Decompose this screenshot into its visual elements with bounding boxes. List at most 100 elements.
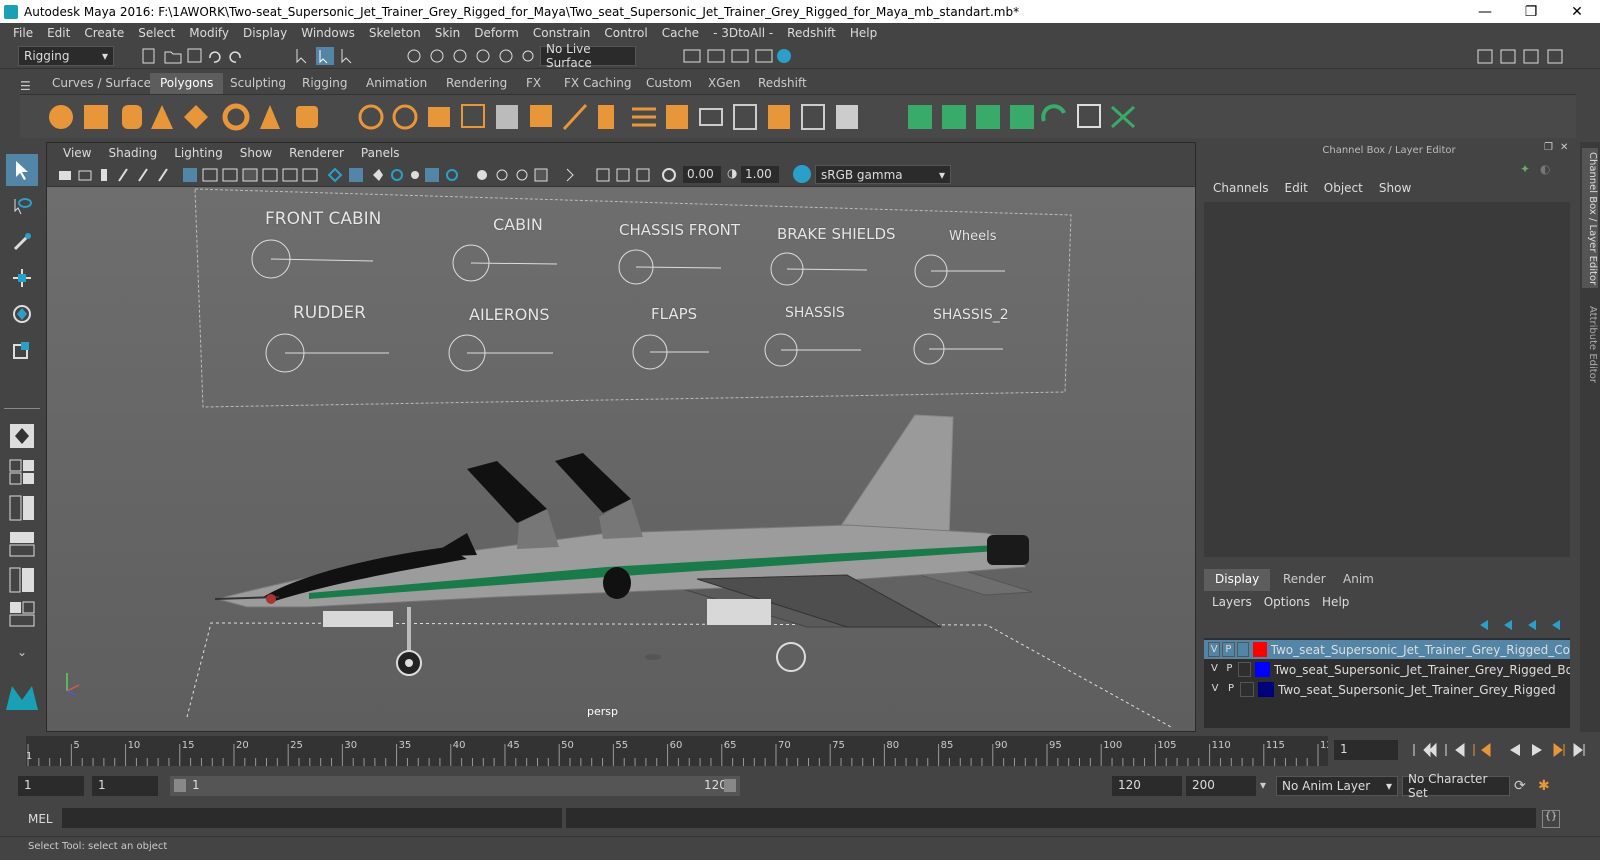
preferences-icon[interactable]: ✱	[1538, 778, 1550, 794]
colorspace-dropdown[interactable]: sRGB gamma ▾	[815, 165, 951, 184]
tab-animation[interactable]: Animation	[356, 73, 437, 94]
vpmenu-lighting[interactable]: Lighting	[166, 146, 232, 160]
menuset-dropdown[interactable]: Rigging ▾	[18, 46, 114, 66]
tab-polygons[interactable]: Polygons	[150, 73, 224, 94]
tab-anim-layers[interactable]: Anim	[1332, 569, 1385, 591]
poly-modeling-icons[interactable]	[358, 101, 878, 133]
layer-tool-icons[interactable]	[1476, 616, 1576, 634]
move-tool[interactable]	[6, 262, 38, 294]
layer-color-swatch[interactable]	[1258, 682, 1274, 697]
tab-fx[interactable]: FX	[516, 73, 551, 94]
menu-redshift[interactable]: Redshift	[780, 26, 843, 40]
maya-home-icon[interactable]	[4, 682, 40, 714]
layer-playback-toggle[interactable]: P	[1222, 642, 1235, 657]
layer-visibility-toggle[interactable]: V	[1208, 682, 1222, 697]
command-input[interactable]	[62, 808, 562, 828]
exposure-field[interactable]: 0.00	[683, 166, 721, 183]
close-button[interactable]: ✕	[1554, 0, 1600, 23]
uv-tools-icons[interactable]	[904, 101, 1154, 133]
channel-box-options-icon[interactable]: ◐	[1540, 162, 1550, 176]
gamma-field[interactable]: 1.00	[741, 166, 779, 183]
restore-button[interactable]: ❐	[1508, 0, 1554, 23]
auto-key-icon[interactable]: ⟳	[1514, 778, 1526, 794]
layer-visibility-toggle[interactable]: V	[1208, 642, 1221, 657]
playback-end-field[interactable]: 120	[1112, 776, 1182, 796]
playback-start-field[interactable]: 1	[92, 776, 158, 796]
cbmenu-object[interactable]: Object	[1317, 181, 1372, 195]
layout-side-button[interactable]	[6, 492, 38, 524]
menu-windows[interactable]: Windows	[294, 26, 362, 40]
menu-deform[interactable]: Deform	[467, 26, 526, 40]
layer-playback-toggle[interactable]: P	[1224, 682, 1238, 697]
menu-skeleton[interactable]: Skeleton	[362, 26, 428, 40]
chevron-down-icon[interactable]: ▾	[1260, 778, 1266, 792]
layout-four-button[interactable]	[6, 456, 38, 488]
cbmenu-show[interactable]: Show	[1372, 181, 1420, 195]
range-slider-bar[interactable]: 1 120	[170, 776, 740, 796]
menu-display[interactable]: Display	[236, 26, 294, 40]
minimize-button[interactable]: —	[1462, 0, 1508, 23]
shelf-menu-icon[interactable]: ☰	[20, 79, 31, 93]
scale-tool[interactable]	[6, 334, 38, 366]
menu-modify[interactable]: Modify	[182, 26, 236, 40]
channel-box-area[interactable]	[1204, 202, 1570, 557]
menu-create[interactable]: Create	[77, 26, 131, 40]
layer-row-controllers[interactable]: V P Two_seat_Supersonic_Jet_Trainer_Grey…	[1204, 640, 1570, 659]
menu-3dtoall[interactable]: - 3DtoAll -	[706, 26, 780, 40]
cbmenu-edit[interactable]: Edit	[1278, 181, 1317, 195]
range-start-handle[interactable]	[174, 779, 186, 792]
anim-layer-dropdown[interactable]: No Anim Layer ▾	[1276, 776, 1398, 796]
end-time-field[interactable]: 200	[1186, 776, 1256, 796]
tab-fx-caching[interactable]: FX Caching	[554, 73, 641, 94]
mel-label[interactable]: MEL	[28, 812, 53, 826]
side-tab-channel-box[interactable]: Channel Box / Layer Editor	[1582, 148, 1598, 288]
vpmenu-renderer[interactable]: Renderer	[281, 146, 353, 160]
tab-custom[interactable]: Custom	[636, 73, 702, 94]
float-panel-icon[interactable]: ❐	[1544, 142, 1553, 153]
tab-display-layers[interactable]: Display	[1204, 569, 1271, 591]
vpmenu-show[interactable]: Show	[232, 146, 281, 160]
workspace-icons[interactable]	[1474, 46, 1594, 66]
tab-curves-surfaces[interactable]: Curves / Surfaces	[42, 73, 167, 94]
tab-rendering[interactable]: Rendering	[436, 73, 517, 94]
layer-color-swatch[interactable]	[1252, 642, 1267, 657]
start-time-field[interactable]: 1	[18, 776, 84, 796]
layout-graph-button[interactable]	[6, 598, 38, 630]
select-tool[interactable]	[6, 154, 38, 186]
color-management-icon[interactable]	[793, 165, 811, 183]
selection-mode-icons[interactable]	[292, 46, 372, 66]
render-icons[interactable]	[680, 46, 800, 66]
tab-rigging[interactable]: Rigging	[292, 73, 357, 94]
layout-outliner-button[interactable]	[6, 564, 38, 596]
poly-primitive-icons[interactable]	[48, 101, 318, 133]
tab-render-layers[interactable]: Render	[1272, 569, 1337, 591]
side-tab-attribute-editor[interactable]: Attribute Editor	[1582, 302, 1598, 392]
layer-type-toggle[interactable]	[1237, 662, 1251, 677]
character-set-dropdown[interactable]: No Character Set	[1402, 772, 1510, 800]
menu-skin[interactable]: Skin	[428, 26, 468, 40]
tab-xgen[interactable]: XGen	[698, 73, 751, 94]
lemenu-help[interactable]: Help	[1318, 595, 1357, 609]
layer-visibility-toggle[interactable]: V	[1208, 662, 1221, 677]
menu-cache[interactable]: Cache	[655, 26, 706, 40]
layer-type-toggle[interactable]	[1240, 682, 1254, 697]
time-slider-track[interactable]: 5 10 15 20 25 30 35 40 45 50 55 60 65 70 75 80 85 90 95 100…	[26, 736, 1339, 766]
menu-file[interactable]: File	[6, 26, 40, 40]
playback-controls[interactable]	[1410, 740, 1596, 760]
layer-playback-toggle[interactable]: P	[1223, 662, 1236, 677]
menu-select[interactable]: Select	[131, 26, 182, 40]
cbmenu-channels[interactable]: Channels	[1206, 181, 1278, 195]
menu-control[interactable]: Control	[597, 26, 654, 40]
menu-edit[interactable]: Edit	[40, 26, 77, 40]
paint-select-tool[interactable]	[6, 226, 38, 258]
range-end-handle[interactable]	[724, 779, 736, 792]
lemenu-options[interactable]: Options	[1260, 595, 1318, 609]
scene-view[interactable]: FRONT CABIN CABIN CHASSIS FRONT BRAKE SH…	[47, 187, 1195, 731]
layout-stack-button[interactable]	[6, 528, 38, 560]
close-panel-icon[interactable]: ✕	[1560, 142, 1568, 153]
lasso-tool[interactable]	[6, 190, 38, 222]
script-editor-icon[interactable]: {}	[1542, 810, 1560, 828]
channel-box-tools-icon[interactable]: ✦	[1520, 162, 1530, 176]
menu-constrain[interactable]: Constrain	[526, 26, 598, 40]
menu-help[interactable]: Help	[843, 26, 884, 40]
